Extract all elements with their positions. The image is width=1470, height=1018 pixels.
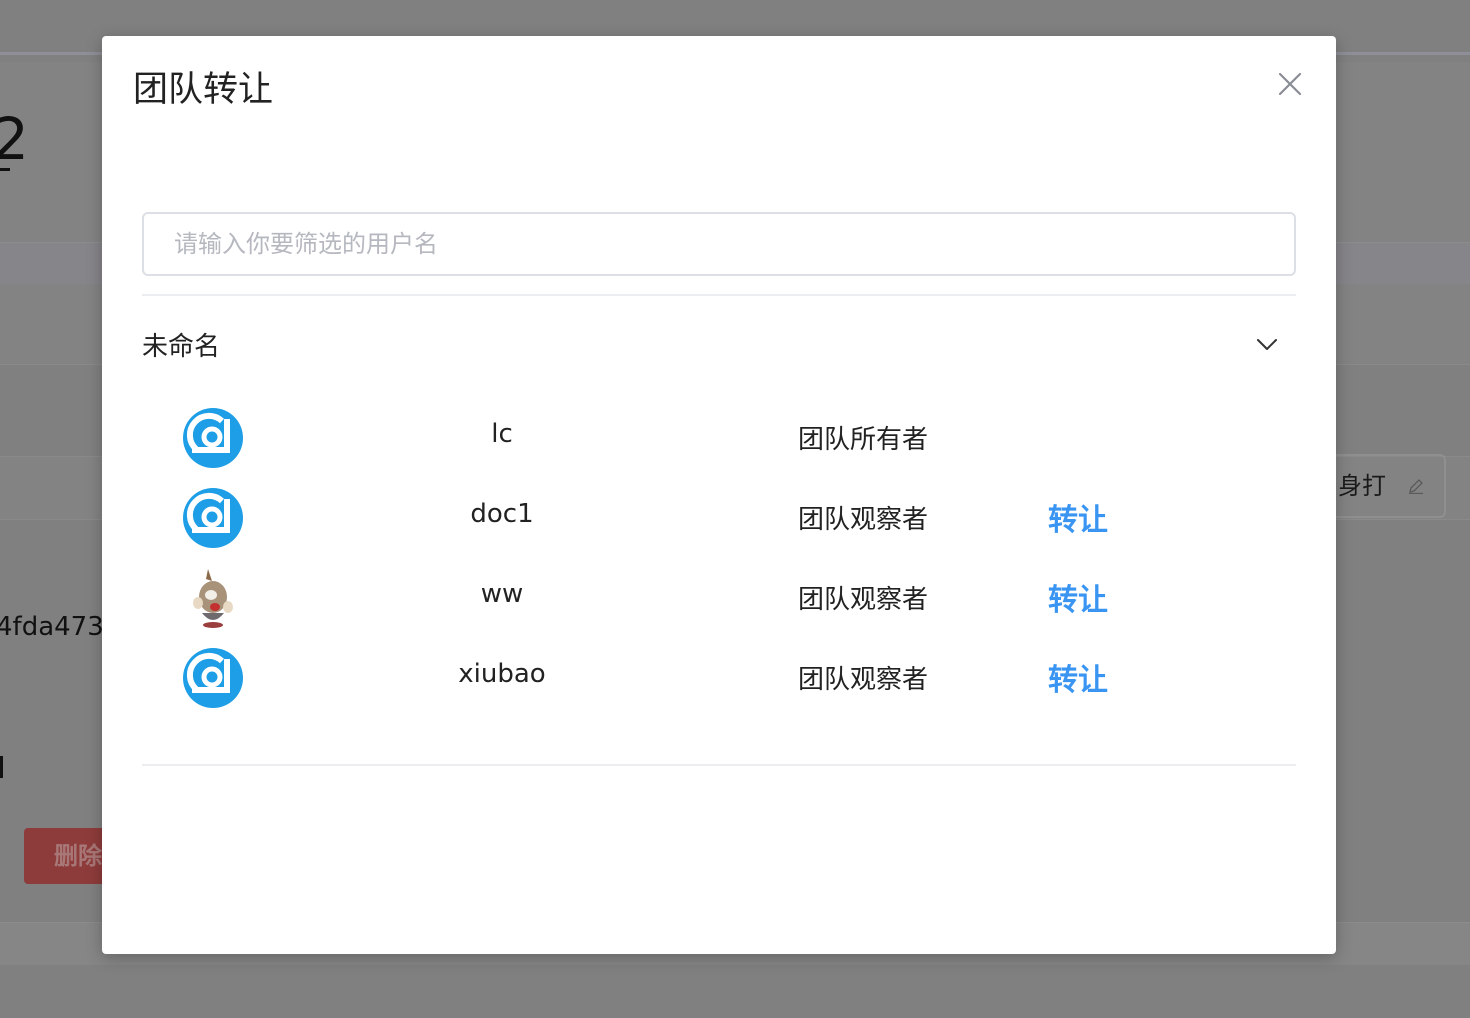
chevron-down-icon: [1257, 339, 1277, 350]
team-group-header[interactable]: 未命名: [142, 316, 1296, 372]
member-row: xiubao 团队观察者 转让: [142, 637, 1296, 717]
member-name: xiubao: [458, 659, 546, 689]
background-edit-field: 身打: [1320, 454, 1446, 518]
member-name: lc: [491, 419, 513, 449]
member-role: 团队观察者: [798, 585, 929, 615]
team-group-title: 未命名: [142, 332, 221, 362]
background-title-underline: [0, 168, 10, 171]
transfer-button[interactable]: 转让: [1048, 495, 1108, 539]
background-id-text: 4fda473: [0, 612, 104, 642]
list-top-divider: [142, 294, 1296, 296]
dialog-title: 团队转让: [133, 70, 274, 110]
cartoon-avatar-icon: [182, 567, 244, 629]
member-role: 团队观察者: [798, 505, 929, 535]
member-row: lc 团队所有者: [142, 397, 1296, 477]
member-row: ww 团队观察者 转让: [142, 557, 1296, 637]
background-text-fragment: [0, 756, 3, 778]
background-title-fragment: 2: [0, 105, 29, 173]
member-role: 团队所有者: [798, 425, 929, 455]
username-search-input[interactable]: [142, 212, 1296, 276]
logo-avatar-icon: [183, 408, 243, 468]
member-name: doc1: [470, 499, 534, 529]
background-edit-field-label: 身打: [1338, 472, 1386, 500]
member-row: doc1 团队观察者 转让: [142, 477, 1296, 557]
transfer-button[interactable]: 转让: [1048, 575, 1108, 619]
pencil-icon: [1409, 479, 1423, 494]
close-icon[interactable]: [1272, 66, 1308, 102]
logo-avatar-icon: [183, 488, 243, 548]
logo-avatar-icon: [183, 648, 243, 708]
member-role: 团队观察者: [798, 665, 929, 695]
team-transfer-dialog: 团队转让 未命名 lc 团队所有者 doc1 团: [102, 36, 1336, 954]
member-name: ww: [480, 579, 524, 609]
list-bottom-divider: [142, 764, 1296, 766]
transfer-button[interactable]: 转让: [1048, 655, 1108, 699]
